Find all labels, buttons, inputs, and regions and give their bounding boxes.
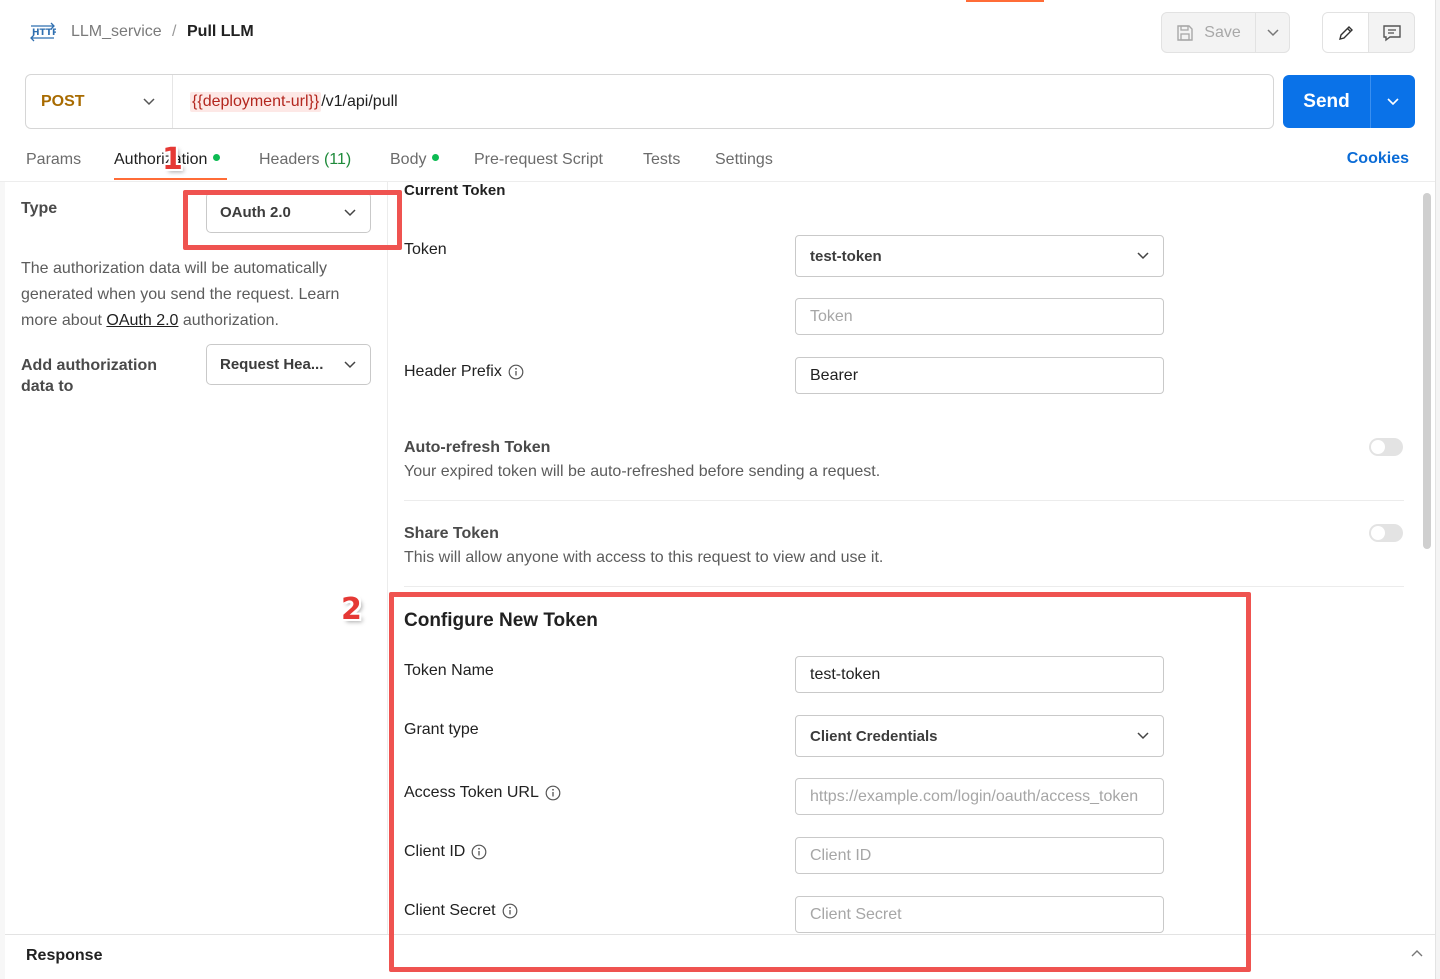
divider bbox=[404, 500, 1404, 501]
tab-label: Body bbox=[390, 151, 427, 168]
breadcrumb-collection[interactable]: LLM_service bbox=[71, 22, 162, 42]
tab-label: Pre-request Script bbox=[474, 151, 603, 168]
method-select[interactable]: POST bbox=[26, 75, 173, 128]
share-token-title: Share Token bbox=[404, 525, 499, 542]
tab-active-underline bbox=[114, 178, 227, 180]
save-button[interactable]: Save bbox=[1162, 13, 1256, 52]
tab-pre-request-script[interactable]: Pre-request Script bbox=[474, 150, 603, 170]
url-input[interactable]: {{deployment-url}} /v1/api/pull bbox=[173, 91, 398, 112]
comment-icon bbox=[1382, 24, 1401, 41]
chevron-down-icon bbox=[1266, 28, 1279, 36]
share-token-toggle[interactable] bbox=[1369, 524, 1403, 542]
share-token-description: This will allow anyone with access to th… bbox=[404, 549, 884, 566]
auto-refresh-description: Your expired token will be auto-refreshe… bbox=[404, 463, 881, 480]
chevron-down-icon bbox=[1137, 252, 1149, 260]
tab-body[interactable]: Body bbox=[390, 150, 440, 170]
cookies-link[interactable]: Cookies bbox=[1347, 150, 1409, 168]
save-label: Save bbox=[1204, 23, 1241, 41]
annotation-number-2: 2 bbox=[341, 592, 362, 627]
scrollbar[interactable] bbox=[1423, 193, 1431, 549]
request-header: HTTP LLM_service / Pull LLM Save bbox=[0, 0, 1440, 66]
method-label: POST bbox=[41, 92, 85, 110]
chevron-down-icon bbox=[1387, 97, 1399, 105]
svg-text:HTTP: HTTP bbox=[32, 28, 56, 38]
current-token-heading: Current Token bbox=[404, 182, 506, 199]
response-label: Response bbox=[26, 947, 103, 964]
modified-dot bbox=[432, 154, 440, 162]
breadcrumb-separator: / bbox=[172, 23, 177, 40]
edit-button-group bbox=[1322, 12, 1415, 53]
auth-type-label: Type bbox=[21, 200, 58, 217]
oauth-docs-link[interactable]: OAuth 2.0 bbox=[106, 312, 178, 329]
auto-refresh-toggle[interactable] bbox=[1369, 438, 1403, 456]
tab-label: Headers bbox=[259, 151, 320, 168]
header-prefix-label: Header Prefix bbox=[404, 363, 524, 381]
headers-count: (11) bbox=[323, 151, 352, 168]
url-variable: {{deployment-url}} bbox=[190, 91, 322, 112]
request-title[interactable]: Pull LLM bbox=[187, 22, 254, 42]
tab-headers[interactable]: Headers (11) bbox=[259, 150, 351, 170]
send-options-button[interactable] bbox=[1371, 75, 1415, 128]
http-request-icon: HTTP bbox=[30, 22, 56, 42]
annotation-box-2 bbox=[389, 592, 1251, 972]
annotation-box-1 bbox=[183, 190, 402, 250]
chevron-down-icon bbox=[143, 97, 155, 105]
request-tabs: Params Authorization Headers (11) Body P… bbox=[0, 140, 1440, 182]
pencil-icon bbox=[1338, 25, 1353, 40]
add-auth-to-select[interactable]: Request Hea... bbox=[206, 344, 371, 385]
save-icon bbox=[1177, 24, 1193, 41]
token-input[interactable]: Token bbox=[795, 298, 1164, 335]
url-bar: POST {{deployment-url}} /v1/api/pull bbox=[25, 74, 1274, 129]
divider bbox=[404, 586, 1404, 587]
tab-label: Settings bbox=[715, 151, 773, 168]
annotation-number-1: 1 bbox=[162, 142, 183, 177]
chevron-up-icon[interactable] bbox=[1411, 949, 1423, 957]
tab-label: Tests bbox=[643, 151, 681, 168]
auto-refresh-title: Auto-refresh Token bbox=[404, 439, 551, 456]
tab-label: Params bbox=[26, 151, 82, 168]
token-select[interactable]: test-token bbox=[795, 235, 1164, 277]
auth-description-suffix: authorization. bbox=[178, 312, 279, 329]
token-select-value: test-token bbox=[810, 247, 882, 265]
add-auth-to-label: Add authorization data to bbox=[21, 357, 157, 395]
url-path: /v1/api/pull bbox=[321, 92, 398, 110]
info-icon[interactable] bbox=[508, 364, 524, 380]
save-button-group: Save bbox=[1161, 12, 1290, 53]
comments-button[interactable] bbox=[1369, 13, 1414, 52]
send-button[interactable]: Send bbox=[1283, 75, 1371, 128]
tab-params[interactable]: Params bbox=[26, 150, 81, 170]
edit-button[interactable] bbox=[1323, 13, 1369, 52]
header-prefix-text: Header Prefix bbox=[404, 363, 502, 380]
add-auth-to-value: Request Hea... bbox=[220, 356, 324, 373]
send-button-group: Send bbox=[1283, 75, 1415, 128]
auth-config-pane: Type OAuth 2.0 The authorization data wi… bbox=[0, 182, 388, 934]
right-edge bbox=[1435, 0, 1440, 979]
token-label: Token bbox=[404, 241, 447, 258]
save-options-button[interactable] bbox=[1256, 13, 1289, 52]
chevron-down-icon bbox=[344, 360, 356, 368]
tab-tests[interactable]: Tests bbox=[643, 150, 680, 170]
header-prefix-input[interactable]: Bearer bbox=[795, 357, 1164, 394]
tab-label: Authorization bbox=[114, 151, 208, 168]
modified-dot bbox=[213, 154, 221, 162]
tab-settings[interactable]: Settings bbox=[715, 150, 773, 170]
auth-description: The authorization data will be automatic… bbox=[21, 256, 371, 334]
